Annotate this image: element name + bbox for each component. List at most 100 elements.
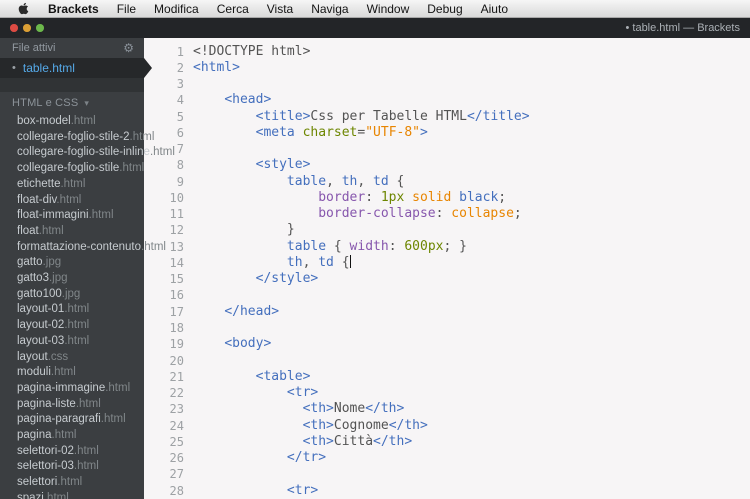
file-list-item[interactable]: collegare-foglio-stile-inline.html xyxy=(17,145,175,161)
code-line[interactable]: 12 } xyxy=(144,222,750,238)
code-text: th, td { xyxy=(286,254,351,270)
code-line[interactable]: 26 </tr> xyxy=(144,450,750,466)
file-base-name: float-immagini xyxy=(17,209,89,222)
file-list-item[interactable]: collegare-foglio-stile-2.html xyxy=(17,130,154,146)
file-extension: .html xyxy=(129,130,155,143)
file-list-item[interactable]: pagina-liste.html xyxy=(17,397,144,413)
code-line[interactable]: 11 border-collapse: collapse; xyxy=(144,206,750,222)
file-extension: .css xyxy=(47,350,69,363)
code-line[interactable]: 15 </style> xyxy=(144,271,750,287)
zoom-button[interactable] xyxy=(36,24,44,32)
code-line[interactable]: 23 <th>Nome</th> xyxy=(144,401,750,417)
line-number: 22 xyxy=(169,386,184,401)
file-base-name: float-div xyxy=(17,193,57,206)
code-line[interactable]: 28 <tr> xyxy=(144,483,750,499)
file-list-item[interactable]: moduli.html xyxy=(17,365,144,381)
active-file-table-html[interactable]: • table.html xyxy=(0,58,144,78)
window-titlebar: • table.html — Brackets xyxy=(0,18,750,38)
close-button[interactable] xyxy=(10,24,18,32)
file-list-item[interactable]: layout-01.html xyxy=(17,302,144,318)
code-line[interactable]: 5 <title>Css per Tabelle HTML</title> xyxy=(144,109,750,125)
file-extension: .html xyxy=(43,491,69,499)
apple-menu[interactable] xyxy=(16,0,39,17)
file-base-name: pagina xyxy=(17,429,52,442)
code-line[interactable]: 21 <table> xyxy=(144,369,750,385)
file-extension: .html xyxy=(56,193,82,206)
line-number: 23 xyxy=(169,402,184,417)
file-list-item[interactable]: gatto3.jpg xyxy=(17,271,144,287)
menu-item-brackets[interactable]: Brackets xyxy=(39,0,108,17)
code-line[interactable]: 25 <th>Città</th> xyxy=(144,434,750,450)
file-list-item[interactable]: layout-02.html xyxy=(17,318,144,334)
file-extension: .html xyxy=(60,177,86,190)
minimize-button[interactable] xyxy=(23,24,31,32)
file-list-item[interactable]: layout.css xyxy=(17,350,144,366)
file-list-item[interactable]: gatto.jpg xyxy=(17,255,144,271)
code-line[interactable]: 4 <head> xyxy=(144,92,750,108)
menu-item-aiuto[interactable]: Aiuto xyxy=(472,0,517,17)
code-line[interactable]: 16 xyxy=(144,287,750,303)
code-line[interactable]: 14 th, td { xyxy=(144,254,750,271)
code-line[interactable]: 2 <html> xyxy=(144,60,750,76)
code-line[interactable]: 22 <tr> xyxy=(144,385,750,401)
menu-item-modifica[interactable]: Modifica xyxy=(145,0,208,17)
file-list-item[interactable]: gatto100.jpg xyxy=(17,287,144,303)
code-editor[interactable]: 1 <!DOCTYPE html> 2 <html> 3 4 <head> 5 <title… xyxy=(144,38,750,499)
code-text: </tr> xyxy=(286,450,327,466)
file-extension: .html xyxy=(70,115,96,127)
file-list-item[interactable]: selettori-03.html xyxy=(17,459,144,475)
line-number: 25 xyxy=(169,434,184,449)
file-list-item[interactable]: pagina-paragrafi.html xyxy=(17,412,144,428)
code-line[interactable]: 9 table, th, td { xyxy=(144,174,750,190)
menu-item-vista[interactable]: Vista xyxy=(258,0,302,17)
menu-item-naviga[interactable]: Naviga xyxy=(302,0,357,17)
code-line[interactable]: 13 table { width: 600px; } xyxy=(144,239,750,255)
line-number: 21 xyxy=(169,369,184,384)
line-number: 14 xyxy=(169,255,184,270)
menu-item-debug[interactable]: Debug xyxy=(418,0,471,17)
code-line[interactable]: 1 <!DOCTYPE html> xyxy=(144,44,750,60)
menu-item-file[interactable]: File xyxy=(108,0,145,17)
menu-item-cerca[interactable]: Cerca xyxy=(208,0,258,17)
menu-items: Brackets File Modifica Cerca Vista Naviga Wind… xyxy=(39,0,517,17)
active-file-name: table.html xyxy=(22,61,75,75)
code-line[interactable]: 20 xyxy=(144,353,750,369)
code-line[interactable]: 27 xyxy=(144,466,750,482)
file-list-item[interactable]: collegare-foglio-stile.html xyxy=(17,161,144,177)
file-list-item[interactable]: pagina-immagine.html xyxy=(17,381,144,397)
code-line[interactable]: 3 xyxy=(144,76,750,92)
file-list-item[interactable]: formattazione-contenuto.html xyxy=(17,240,166,256)
project-files-header[interactable]: HTML e CSS ▾ xyxy=(0,92,144,114)
file-list-item[interactable]: selettori.html xyxy=(17,475,144,491)
file-list-item[interactable]: float-div.html xyxy=(17,193,144,209)
code-line[interactable]: 10 border: 1px solid black; xyxy=(144,190,750,206)
file-base-name: etichette xyxy=(17,177,61,190)
code-line[interactable]: 6 <meta charset="UTF-8"> xyxy=(144,125,750,141)
file-list-item[interactable]: float-immagini.html xyxy=(17,208,144,224)
file-list-item[interactable]: box-model.html xyxy=(17,114,144,130)
file-base-name: gatto3 xyxy=(17,272,49,285)
menu-item-window[interactable]: Window xyxy=(358,0,419,17)
apple-icon xyxy=(18,2,29,15)
file-list-item[interactable]: layout-03.html xyxy=(17,334,144,350)
file-list-item[interactable]: selettori-02.html xyxy=(17,444,144,460)
sidebar: File attivi ⚙ • table.html HTML e CSS ▾ … xyxy=(0,38,175,499)
file-list-item[interactable]: pagina.html xyxy=(17,428,144,444)
line-number: 24 xyxy=(169,418,184,433)
code-text: <tr> xyxy=(286,385,319,401)
code-line[interactable]: 24 <th>Cognome</th> xyxy=(144,418,750,434)
code-line[interactable]: 8 <style> xyxy=(144,157,750,173)
file-extension: .html xyxy=(38,224,64,237)
file-list-item[interactable]: spazi.html xyxy=(17,491,144,499)
gear-icon[interactable]: ⚙ xyxy=(123,42,134,54)
file-base-name: collegare-foglio-stile-inline xyxy=(17,146,150,159)
code-line[interactable]: 17 </head> xyxy=(144,304,750,320)
code-line[interactable]: 18 xyxy=(144,320,750,336)
line-number: 4 xyxy=(176,93,184,108)
file-list-item[interactable]: float.html xyxy=(17,224,144,240)
code-line[interactable]: 19 <body> xyxy=(144,336,750,352)
code-line[interactable]: 7 xyxy=(144,141,750,157)
file-list-item[interactable]: etichette.html xyxy=(17,177,144,193)
file-base-name: layout xyxy=(17,350,48,363)
